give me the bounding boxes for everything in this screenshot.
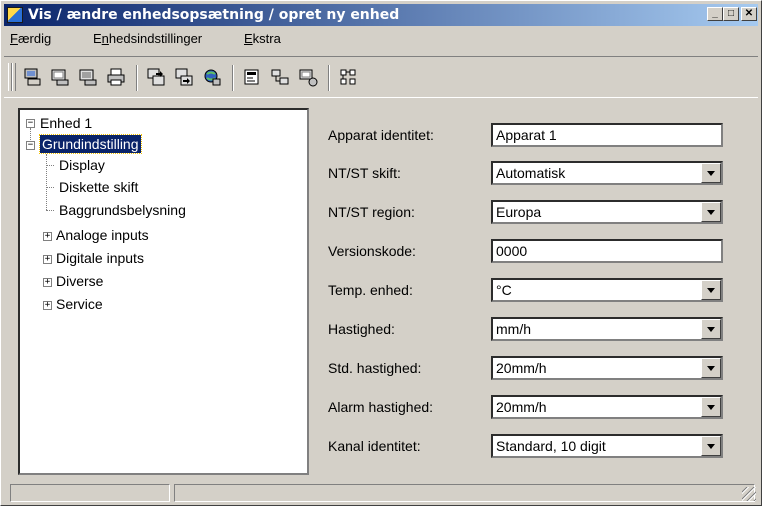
menu-enhedsindstillinger[interactable]: Enhedsindstillinger — [93, 31, 202, 46]
versionskode-input[interactable]: 0000 — [491, 239, 723, 263]
expand-icon[interactable]: + — [43, 232, 52, 241]
kanal-identitet-value: Standard, 10 digit — [496, 438, 606, 454]
tree-node-diverse[interactable]: Diverse — [56, 272, 103, 290]
network-device-icon[interactable] — [201, 66, 223, 88]
label-temp-enhed: Temp. enhed: — [328, 282, 413, 298]
menu-faerdig[interactable]: Færdig — [10, 31, 51, 46]
dropdown-arrow-icon[interactable] — [701, 397, 721, 417]
label-versionskode: Versionskode: — [328, 243, 416, 259]
std-hastighed-select[interactable]: 20mm/h — [491, 356, 723, 380]
app-window: Vis / ændre enhedsopsætning / opret ny e… — [0, 0, 762, 506]
expand-icon[interactable]: + — [43, 255, 52, 264]
tree-line — [46, 187, 54, 188]
collapse-icon[interactable]: − — [26, 141, 35, 150]
alarm-hastighed-value: 20mm/h — [496, 399, 547, 415]
tree-line — [30, 128, 31, 140]
hastighed-value: mm/h — [496, 321, 531, 337]
std-hastighed-value: 20mm/h — [496, 360, 547, 376]
title-bar[interactable]: Vis / ændre enhedsopsætning / opret ny e… — [4, 4, 758, 26]
tree-node-diskette-skift[interactable]: Diskette skift — [59, 178, 138, 196]
apparat-identitet-input[interactable]: Apparat 1 — [491, 123, 723, 147]
tree-node-baggrundsbelysning[interactable]: Baggrundsbelysning — [59, 201, 186, 219]
label-kanal-identitet: Kanal identitet: — [328, 438, 421, 454]
properties-panel: Apparat identitet: Apparat 1 NT/ST skift… — [315, 108, 745, 475]
toolbar — [4, 56, 758, 98]
window-title: Vis / ændre enhedsopsætning / opret ny e… — [28, 7, 400, 23]
settings-tree[interactable]: − Enhed 1 − Grundindstilling Display Dis… — [18, 108, 309, 475]
tree-line — [46, 154, 47, 210]
resize-grip-icon[interactable] — [742, 487, 756, 501]
minimize-button[interactable]: _ — [707, 7, 723, 21]
device-open-icon[interactable] — [49, 66, 71, 88]
tree-line — [46, 210, 54, 211]
tree-node-display[interactable]: Display — [59, 156, 105, 174]
device-save-icon[interactable] — [77, 66, 99, 88]
tree-node-analoge-inputs[interactable]: Analoge inputs — [56, 226, 149, 244]
hastighed-select[interactable]: mm/h — [491, 317, 723, 341]
ntst-region-value: Europa — [496, 204, 542, 220]
label-std-hastighed: Std. hastighed: — [328, 360, 422, 376]
new-device-icon[interactable] — [21, 66, 43, 88]
dropdown-arrow-icon[interactable] — [701, 280, 721, 300]
temp-enhed-value: °C — [496, 282, 512, 298]
dropdown-arrow-icon[interactable] — [701, 202, 721, 222]
menu-ekstra[interactable]: Ekstra — [244, 31, 281, 46]
ntst-region-select[interactable]: Europa — [491, 200, 723, 224]
tree-node-digitale-inputs[interactable]: Digitale inputs — [56, 249, 144, 267]
app-icon[interactable] — [7, 7, 23, 23]
alarm-hastighed-select[interactable]: 20mm/h — [491, 395, 723, 419]
status-bar — [4, 482, 758, 503]
toolbar-separator — [232, 65, 234, 91]
label-ntst-skift: NT/ST skift: — [328, 165, 401, 181]
maximize-button[interactable]: □ — [723, 7, 739, 21]
channel-link-icon[interactable] — [337, 66, 359, 88]
collapse-icon[interactable]: − — [26, 119, 35, 128]
menu-bar: Færdig Enhedsindstillinger Ekstra — [4, 28, 758, 50]
device-settings-icon[interactable] — [297, 66, 319, 88]
copy-from-device-icon[interactable] — [173, 66, 195, 88]
status-pane-2 — [174, 484, 755, 502]
dropdown-arrow-icon[interactable] — [701, 163, 721, 183]
dropdown-arrow-icon[interactable] — [701, 319, 721, 339]
tree-node-root[interactable]: Enhed 1 — [40, 114, 92, 132]
label-alarm-hastighed: Alarm hastighed: — [328, 399, 434, 415]
copy-to-device-icon[interactable] — [145, 66, 167, 88]
tree-node-grundindstilling[interactable]: Grundindstilling — [39, 134, 142, 154]
label-hastighed: Hastighed: — [328, 321, 395, 337]
expand-icon[interactable]: + — [43, 301, 52, 310]
label-ntst-region: NT/ST region: — [328, 204, 415, 220]
temp-enhed-select[interactable]: °C — [491, 278, 723, 302]
tree-node-service[interactable]: Service — [56, 295, 103, 313]
properties-icon[interactable] — [241, 66, 263, 88]
dropdown-arrow-icon[interactable] — [701, 436, 721, 456]
ntst-skift-select[interactable]: Automatisk — [491, 161, 723, 185]
tree-line — [46, 165, 54, 166]
expand-icon[interactable]: + — [43, 278, 52, 287]
ntst-skift-value: Automatisk — [496, 165, 566, 181]
toolbar-separator — [328, 65, 330, 91]
connect-icon[interactable] — [269, 66, 291, 88]
label-apparat-identitet: Apparat identitet: — [328, 127, 434, 143]
toolbar-grip[interactable] — [12, 63, 16, 91]
toolbar-separator — [136, 65, 138, 91]
status-pane-1 — [10, 484, 170, 502]
dropdown-arrow-icon[interactable] — [701, 358, 721, 378]
kanal-identitet-select[interactable]: Standard, 10 digit — [491, 434, 723, 458]
close-button[interactable]: ✕ — [741, 7, 757, 21]
print-icon[interactable] — [105, 66, 127, 88]
